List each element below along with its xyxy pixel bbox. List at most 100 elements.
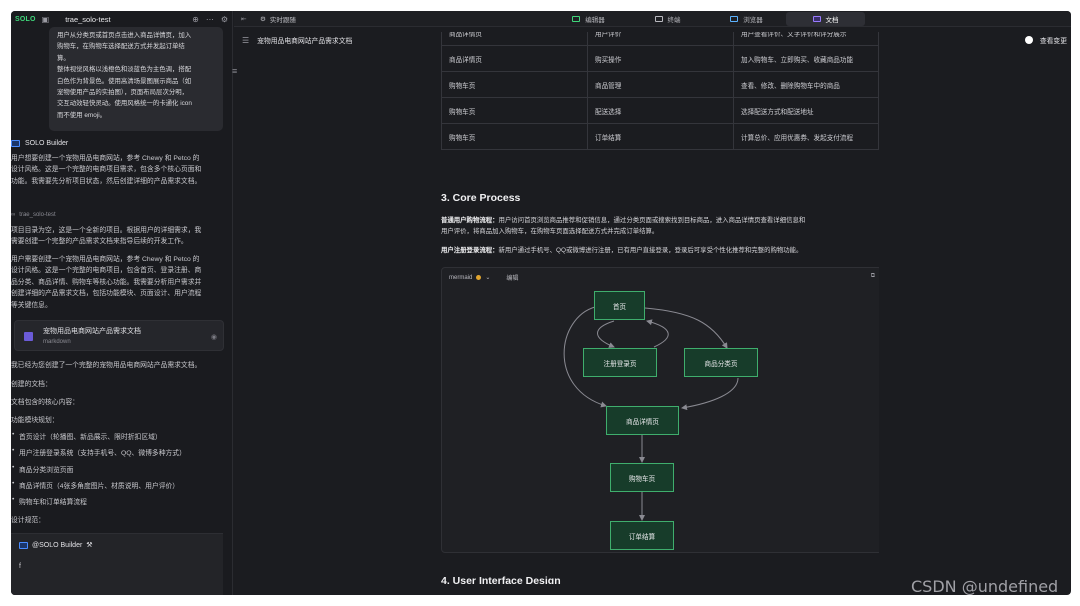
table-cell: 查看、修改、删除购物车中的商品 (733, 71, 879, 98)
agent-icon (11, 140, 20, 147)
document-card[interactable]: 宠物用品电商网站产品需求文档 markdown ◉ (14, 320, 224, 351)
content-heading: 文档包含的核心内容： (11, 399, 79, 406)
table-row: 商品详情页 用户评价 用户查看评价、文字评价和评分展示 (441, 32, 879, 46)
link-icon: ∞ (11, 212, 16, 218)
agent-header: SOLO Builder (11, 140, 68, 147)
document-body: 商品详情页 用户评价 用户查看评价、文字评价和评分展示 商品详情页 购买操作 加入购物车、… (441, 32, 879, 584)
table-row: 购物车页 配送选择 选择配送方式和配送地址 (441, 97, 879, 124)
table-cell: 购物车页 (441, 97, 588, 124)
text-line: 项目目录为空，这是一个全新的项目。根据用户的详细需求，我 (11, 227, 202, 234)
document-card-title: 宠物用品电商网站产品需求文档 (43, 328, 141, 335)
view-changes-toggle[interactable] (1025, 36, 1033, 44)
agent-name: SOLO Builder (25, 140, 69, 147)
node-cart: 购物车页 (610, 463, 674, 492)
project-selector[interactable]: trae_solo-test (65, 15, 186, 24)
created-heading: 创建的文档： (11, 381, 52, 388)
watermark: CSDN @undefined (911, 577, 1059, 596)
table-row: 商品详情页 购买操作 加入购物车、立即购买、收藏商品功能 (441, 45, 879, 72)
text-line: 设计风格。这是一个完整的电商项目，包含首页、登录注册、商 (11, 267, 202, 275)
view-changes-label: 查看变更 (1039, 38, 1067, 45)
shopping-flow-text: 普通用户购物流程：用户访问首页浏览商品推荐和促销信息，通过分类页面或搜索找到目标… (441, 217, 806, 235)
text-line: 用户从分类页或首页点击进入商品详情页，加入 (57, 32, 192, 39)
mermaid-diagram: mermaid ⌄ 编辑 ⧉ 首页 注册登录页 商品分类页 商品详情页 购物车页… (441, 267, 879, 553)
project-reference: ∞ trae_solo-test (11, 212, 56, 218)
edge-login-home (646, 319, 669, 348)
text-line: 宠物使用产品的实拍图），页面布局层次分明， (57, 89, 189, 97)
summary-text: 我已经为您创建了一个完整的宠物用品电商网站产品需求文档。 (11, 362, 202, 369)
document-title: 宠物用品电商网站产品需求文档 (257, 38, 353, 45)
text-line: 购物车，在购物车选择配送方式并发起订单结 (57, 43, 185, 51)
text-line: 创建详细的产品需求文档，包括功能模块、页面设计、用户流程 (11, 290, 202, 298)
document-icon (24, 332, 33, 341)
login-flow-text: 用户注册登录流程：新用户通过手机号、QQ或微博进行注册，已有用户直接登录，登录后… (441, 247, 803, 254)
tab-editor[interactable]: 编辑器 (549, 12, 628, 26)
list-item: 用户注册登录系统（支持手机号、QQ、微博多种方式） (12, 447, 186, 457)
browser-icon (730, 15, 739, 22)
list-item: 商品详情页（4张多角度图片、材质说明、用户评价） (12, 480, 179, 490)
table-cell: 用户评价 (587, 32, 734, 46)
terminal-icon (654, 15, 663, 22)
follow-icon: ⚙ (260, 15, 266, 23)
brand-logo: SOLO (15, 15, 36, 23)
agent-icon (19, 541, 28, 549)
table-cell: 商品详情页 (441, 45, 588, 72)
table-cell: 商品管理 (587, 71, 734, 98)
live-follow-toggle[interactable]: ⚙ 实时跟随 (260, 14, 296, 24)
feature-table: 商品详情页 用户评价 用户查看评价、文字评价和评分展示 商品详情页 购买操作 加入购物车、… (441, 32, 879, 150)
chat-header: SOLO ▣ trae_solo-test ⊕ ⋯ ⚙ (11, 11, 232, 27)
panel-icon[interactable]: ▣ (42, 15, 50, 24)
text-line: 交互动效轻快灵动。使用风格统一的卡通化 icon (57, 100, 192, 108)
text-line: 等关键信息。 (11, 301, 52, 309)
top-tab-bar: ⇤ ⚙ 实时跟随 编辑器 终端 浏览器 文档 (234, 11, 1071, 27)
view-tabs: 编辑器 终端 浏览器 文档 (549, 11, 865, 26)
modules-heading: 功能模块规划： (11, 417, 59, 424)
node-detail: 商品详情页 (606, 406, 679, 435)
chat-input-text[interactable]: f (19, 563, 21, 570)
node-login: 注册登录页 (583, 348, 657, 377)
settings-icon[interactable]: ⚙ (221, 15, 228, 24)
list-item: 首页设计（轮播图、新品展示、限时折扣区域） (12, 431, 162, 441)
text-line: 用户需要创建一个宠物用品电商网站，参考 Chewy 和 Petco 的 (11, 256, 200, 263)
design-heading: 设计规范： (11, 517, 45, 524)
tools-icon: ⚒ (86, 542, 93, 549)
table-cell: 选择配送方式和配送地址 (733, 97, 879, 124)
text-line: 白色作为背景色。使用高清场景图展示商品（如 (57, 77, 192, 85)
add-chat-icon[interactable]: ⊕ (192, 15, 199, 24)
table-cell: 配送选择 (587, 97, 734, 124)
table-row: 购物车页 订单结算 计算总价、应用优惠券、发起支付流程 (441, 123, 879, 150)
list-icon[interactable]: ≡ (232, 66, 237, 76)
text-line: 设计风格。这是一个完整的电商项目需求，包含多个核心页面和 (11, 166, 202, 174)
table-cell: 购物车页 (441, 123, 588, 150)
text-line: 功能。我需要先分析项目状态，然后创建详细的产品需求文档。 (11, 177, 202, 185)
table-cell: 购物车页 (441, 71, 588, 98)
list-item: 商品分类浏览页面 (12, 464, 73, 474)
outline-icon[interactable]: ☰ (242, 36, 249, 45)
agent-message-1: 用户想要创建一个宠物用品电商网站，参考 Chewy 和 Petco 的设计风格。… (11, 153, 225, 187)
chat-input[interactable]: @SOLO Builder ⚒ f (11, 533, 223, 595)
table-cell: 购买操作 (587, 45, 734, 72)
tab-terminal[interactable]: 终端 (628, 12, 707, 26)
agent-message-2: 项目目录为空，这是一个全新的项目。根据用户的详细需求，我 需要创建一个完整的产品需… (11, 225, 225, 248)
tab-browser[interactable]: 浏览器 (707, 12, 786, 26)
table-cell: 计算总价、应用优惠券、发起支付流程 (733, 123, 879, 150)
list-item: 购物车和订单结算流程 (12, 496, 87, 506)
section-heading: 3. Core Process (441, 192, 521, 204)
text-line: 需要创建一个完整的产品需求文档来指导后续的开发工作。 (11, 238, 188, 246)
user-message-bubble: 用户从分类页或首页点击进入商品详情页，加入 购物车，在购物车选择配送方式并发起订单… (49, 27, 223, 131)
collapse-icon[interactable]: ⇤ (241, 15, 246, 23)
section-heading: 4. User Interface Design (441, 575, 561, 584)
text-line: 而不使用 emoji。 (57, 111, 106, 119)
preview-icon[interactable]: ◉ (211, 333, 217, 341)
table-cell: 商品详情页 (441, 32, 588, 46)
table-row: 购物车页 商品管理 查看、修改、删除购物车中的商品 (441, 71, 879, 98)
table-cell: 用户查看评价、文字评价和评分展示 (733, 32, 879, 46)
editor-icon (572, 15, 581, 22)
text-line: 用户想要创建一个宠物用品电商网站，参考 Chewy 和 Petco 的 (11, 155, 200, 162)
more-icon[interactable]: ⋯ (206, 15, 214, 24)
mention-tag[interactable]: @SOLO Builder ⚒ (19, 541, 93, 549)
node-home: 首页 (594, 291, 645, 320)
edge-home-category (644, 307, 728, 349)
docs-icon (812, 15, 821, 22)
tab-docs[interactable]: 文档 (786, 11, 865, 26)
edge-home-login (597, 320, 615, 348)
